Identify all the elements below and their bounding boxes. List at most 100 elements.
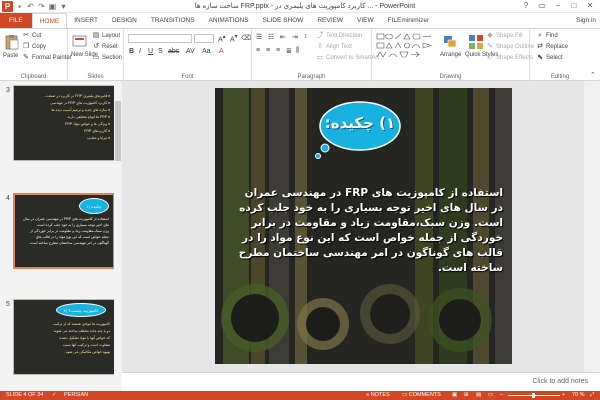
decrease-indent-icon[interactable]: ⇤	[280, 33, 286, 41]
tab-animations[interactable]: ANIMATIONS	[202, 13, 256, 28]
tab-fileminimizer[interactable]: FILEminimizer	[381, 13, 437, 28]
line-spacing-icon[interactable]: ↕	[304, 33, 308, 40]
clear-formatting-icon[interactable]: ⌫	[241, 34, 251, 42]
slide-thumbnail-4[interactable]: ۱) چکیده استفاده از کامپوزیت های FRP در …	[13, 193, 115, 269]
change-case-icon[interactable]: Aa	[202, 48, 211, 55]
columns-icon[interactable]: ⫼	[296, 47, 299, 55]
sign-in-link[interactable]: Sign in	[576, 13, 596, 28]
tab-transitions[interactable]: TRANSITIONS	[144, 13, 202, 28]
maximize-button[interactable]: □	[566, 0, 582, 12]
zoom-slider-thumb[interactable]	[532, 393, 535, 398]
tab-file[interactable]: FILE	[0, 13, 32, 28]
thumbnail-text: وزن سبک،مقاومت زیاد و مقاومت در برابر خو…	[30, 229, 109, 233]
shadow-icon[interactable]: S	[158, 48, 163, 55]
tab-slide-show[interactable]: SLIDE SHOW	[256, 13, 311, 28]
copy-button[interactable]: ❐ Copy	[22, 43, 46, 51]
notes-placeholder[interactable]: Click to add notes	[532, 378, 588, 385]
normal-view-icon[interactable]: ▣	[452, 392, 457, 398]
customize-qat-icon[interactable]: ▾	[59, 2, 68, 11]
font-size-combo[interactable]	[194, 34, 214, 43]
format-painter-button[interactable]: ✎ Format Painter	[22, 54, 72, 62]
italic-icon[interactable]: I	[139, 48, 141, 55]
undo-icon[interactable]: ↶	[26, 2, 35, 11]
slide-body-text[interactable]: استفاده از کامپوزیت های FRP در مهندسی عم…	[231, 186, 503, 276]
font-color-icon[interactable]: A	[219, 48, 224, 55]
replace-button[interactable]: ⇄ Replace	[536, 43, 568, 51]
paste-icon[interactable]	[4, 34, 20, 50]
zoom-out-icon[interactable]: −	[500, 392, 503, 398]
shape-effects-button[interactable]: ◇ Shape Effects	[486, 54, 533, 62]
grow-font-icon[interactable]: A▴	[218, 34, 226, 43]
paste-button[interactable]: Paste	[3, 53, 18, 59]
reset-button[interactable]: ↺ Reset	[92, 43, 118, 51]
notes-pane[interactable]: Click to add notes	[122, 372, 600, 391]
spellcheck-icon[interactable]: ✓	[52, 392, 57, 398]
slide-thumbnail-3[interactable]: ♦ فایبرهای پلیمری FRP در کاربرد در صنعت.…	[13, 85, 115, 161]
quick-styles-icon[interactable]	[468, 34, 484, 50]
select-button[interactable]: ⬉ Select	[536, 54, 563, 62]
slides-group-label: Slides	[87, 74, 104, 80]
collapse-ribbon-icon[interactable]: ⌃	[590, 71, 596, 79]
tab-design[interactable]: DESIGN	[105, 13, 144, 28]
increase-indent-icon[interactable]: ⇥	[292, 33, 298, 41]
tab-review[interactable]: REVIEW	[310, 13, 350, 28]
bold-icon[interactable]: B	[129, 48, 134, 55]
font-name-combo[interactable]	[128, 34, 192, 43]
slide-sorter-icon[interactable]: ⊞	[464, 392, 469, 398]
layout-label: Layout	[102, 33, 121, 39]
fit-slide-icon[interactable]: ⤢	[590, 392, 594, 399]
align-left-icon[interactable]: ≡	[256, 47, 260, 54]
slide-scrollbar[interactable]	[584, 81, 592, 372]
cut-button[interactable]: ✂ Cut	[22, 32, 41, 40]
help-icon[interactable]: ?	[518, 0, 534, 12]
language-indicator[interactable]: PERSIAN	[64, 392, 88, 398]
tab-home[interactable]: HOME	[31, 13, 68, 28]
align-right-icon[interactable]: ≡	[276, 47, 280, 54]
ribbon-display-icon[interactable]: ▭	[534, 0, 550, 12]
tab-insert[interactable]: INSERT	[67, 13, 105, 28]
slide-title[interactable]: ۱) چکیده:	[319, 114, 401, 132]
thumbnail-text: ♦ کاربردهای FRP	[84, 129, 110, 133]
arrange-icon[interactable]	[442, 34, 458, 50]
numbering-icon[interactable]: ☷	[268, 33, 274, 41]
thumbnail-scroll-thumb[interactable]	[115, 101, 121, 161]
section-button[interactable]: ▭ Section	[92, 54, 122, 62]
redo-icon[interactable]: ↷	[37, 2, 46, 11]
reset-label: Reset	[102, 44, 118, 50]
strikethrough-icon[interactable]: abc	[168, 48, 179, 55]
thumbnail-text: که خواص آنها با مواد تشکیل دهنده	[59, 336, 110, 340]
slide-counter: SLIDE 4 OF 34	[6, 392, 44, 398]
align-text-button[interactable]: ⇳ Align Text	[316, 43, 352, 51]
close-button[interactable]: ✕	[582, 0, 598, 12]
current-slide[interactable]: ۱) چکیده: استفاده از کامپوزیت های FRP در…	[215, 88, 512, 364]
shape-fill-button[interactable]: ◆ Shape Fill	[486, 32, 522, 40]
arrange-button[interactable]: Arrange	[440, 52, 461, 58]
reading-view-icon[interactable]: ▤	[476, 392, 481, 398]
underline-icon[interactable]: U	[148, 48, 153, 55]
comments-toggle[interactable]: ▭ COMMENTS	[402, 392, 441, 398]
text-direction-button[interactable]: ⤴ Text Direction	[316, 32, 363, 40]
shrink-font-icon[interactable]: A▾	[230, 34, 238, 43]
save-icon[interactable]: ▪	[15, 2, 24, 11]
shapes-gallery[interactable]	[376, 33, 436, 59]
comments-toggle-label: COMMENTS	[408, 392, 441, 398]
align-center-icon[interactable]: ≡	[266, 47, 270, 54]
replace-icon: ⇄	[537, 43, 543, 50]
tab-view[interactable]: VIEW	[350, 13, 381, 28]
char-spacing-icon[interactable]: AV	[186, 48, 195, 55]
slide-thumbnail-5[interactable]: ۲) کامپوزیت چیست؟ کامپوزیت ها موادی هستن…	[13, 299, 115, 375]
notes-toggle[interactable]: ≡ NOTES	[366, 392, 390, 398]
find-button[interactable]: ⌕ Find	[536, 32, 558, 40]
justify-icon[interactable]: ≣	[286, 47, 292, 55]
zoom-in-icon[interactable]: +	[562, 392, 565, 398]
minimize-button[interactable]: –	[550, 0, 566, 12]
slideshow-start-icon[interactable]: ▣	[48, 2, 57, 11]
shape-outline-button[interactable]: ✎ Shape Outline	[486, 43, 534, 51]
new-slide-icon[interactable]	[72, 34, 88, 50]
bullets-icon[interactable]: ☰	[256, 33, 262, 41]
zoom-level[interactable]: 70 %	[572, 392, 585, 398]
convert-smartart-button[interactable]: ⚏ Convert to SmartArt	[316, 54, 379, 62]
thumbnail-scrollbar[interactable]	[114, 81, 122, 391]
slideshow-view-icon[interactable]: ▭	[488, 392, 493, 398]
layout-button[interactable]: ▤ Layout	[92, 32, 120, 40]
